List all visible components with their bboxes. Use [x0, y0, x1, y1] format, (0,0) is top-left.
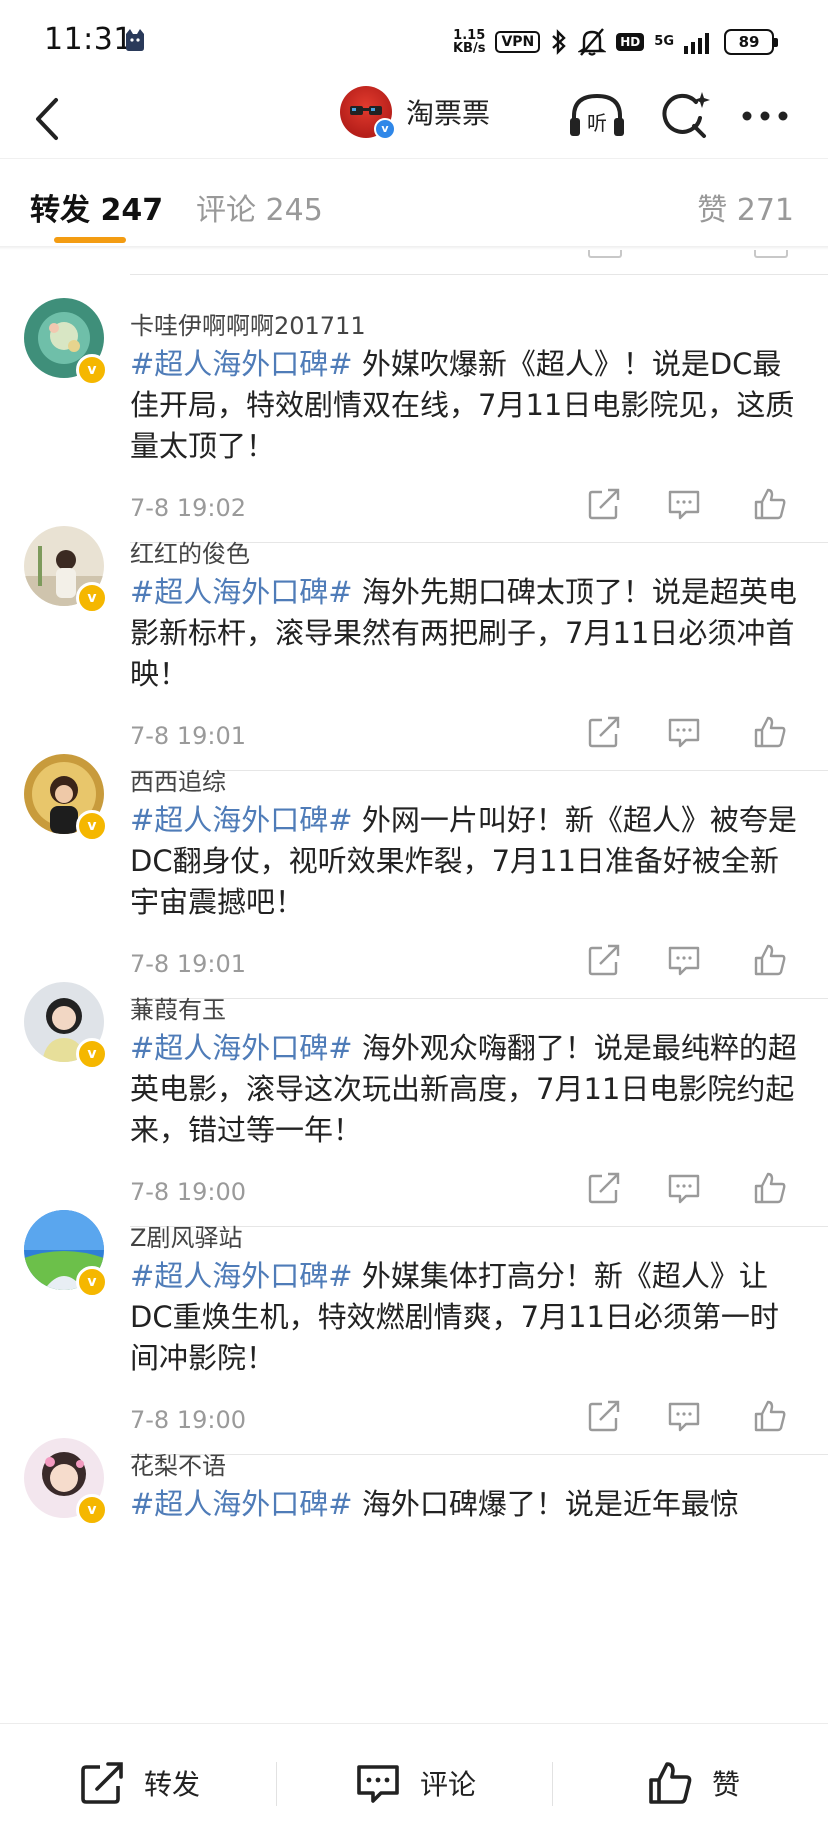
- listen-icon[interactable]: 听: [566, 88, 628, 144]
- repost-item[interactable]: v 红红的俊色 #超人海外口碑# 海外先期口碑太顶了！说是超英电影新标杆，滚导果…: [0, 504, 828, 771]
- signal-icon: [684, 33, 709, 54]
- search-sparkle-icon[interactable]: [656, 88, 712, 144]
- username[interactable]: 花梨不语: [130, 1446, 226, 1481]
- username[interactable]: 红红的俊色: [130, 534, 250, 569]
- hashtag[interactable]: #超人海外口碑#: [130, 1259, 353, 1293]
- like-icon: [754, 250, 788, 258]
- bell-muted-icon: [578, 28, 607, 56]
- repost-item[interactable]: v 花梨不语 #超人海外口碑# 海外口碑爆了！说是近年最惊: [0, 1416, 828, 1682]
- repost-list[interactable]: v 卡哇伊啊啊啊201711 #超人海外口碑# 外媒吹爆新《超人》！说是DC最佳…: [0, 250, 828, 1723]
- tab-bar: 转发 247 评论 245 赞 271: [0, 158, 828, 249]
- repost-text: #超人海外口碑# 海外观众嗨翻了！说是最纯粹的超英电影，滚导这次玩出新高度，7月…: [130, 1028, 802, 1151]
- nav-header: v 淘票票 听: [0, 80, 828, 158]
- separator: [276, 1762, 277, 1806]
- comment-button[interactable]: 评论: [354, 1758, 476, 1808]
- username[interactable]: Z剧风驿站: [130, 1218, 242, 1253]
- hashtag[interactable]: #超人海外口碑#: [130, 575, 353, 609]
- vpn-badge: VPN: [495, 31, 541, 53]
- comment-icon: [668, 250, 698, 256]
- username[interactable]: 西西追综: [130, 762, 226, 797]
- hashtag[interactable]: #超人海外口碑#: [130, 803, 353, 837]
- repost-item[interactable]: v Z剧风驿站 #超人海外口碑# 外媒集体打高分！新《超人》让DC重焕生机，特效…: [0, 1188, 828, 1455]
- comment-label: 评论: [420, 1768, 477, 1801]
- repost-item[interactable]: v 西西追综 #超人海外口碑# 外网一片叫好！新《超人》被夸是DC翻身仗，视听效…: [0, 732, 828, 999]
- network-label: 5G: [654, 34, 674, 49]
- repost-text: #超人海外口碑# 海外口碑爆了！说是近年最惊: [130, 1484, 802, 1525]
- svg-text:听: 听: [587, 111, 607, 135]
- verified-blue-icon: v: [374, 118, 396, 140]
- repost-item[interactable]: v 卡哇伊啊啊啊201711 #超人海外口碑# 外媒吹爆新《超人》！说是DC最佳…: [0, 276, 828, 543]
- account-name[interactable]: 淘票票: [406, 92, 490, 132]
- like-label: 赞: [712, 1768, 741, 1801]
- tab-repost[interactable]: 转发 247: [30, 185, 163, 229]
- share-icon: [81, 1762, 123, 1804]
- repost-label: 转发: [144, 1768, 201, 1801]
- hashtag[interactable]: #超人海外口碑#: [130, 347, 353, 381]
- status-time: 11:31: [44, 22, 133, 57]
- share-icon: [588, 250, 622, 258]
- network-type: 5G: [654, 34, 674, 49]
- bluetooth-icon: [552, 29, 567, 55]
- repost-item[interactable]: v 蒹葭有玉 #超人海外口碑# 海外观众嗨翻了！说是最纯粹的超英电影，滚导这次玩…: [0, 960, 828, 1227]
- repost-button[interactable]: 转发: [78, 1758, 200, 1808]
- like-icon: [649, 1762, 692, 1804]
- account-avatar[interactable]: v: [340, 86, 396, 140]
- like-button[interactable]: 赞: [646, 1758, 740, 1808]
- repost-text: #超人海外口碑# 外媒吹爆新《超人》！说是DC最佳开局，特效剧情双在线，7月11…: [130, 344, 802, 467]
- verified-icon: v: [76, 1266, 108, 1298]
- repost-text: #超人海外口碑# 外媒集体打高分！新《超人》让DC重焕生机，特效燃剧情爽，7月1…: [130, 1256, 802, 1379]
- more-icon[interactable]: [740, 106, 790, 126]
- verified-icon: v: [76, 354, 108, 386]
- glasses-logo-icon: [350, 106, 382, 115]
- verified-icon: v: [76, 582, 108, 614]
- battery-icon: 89: [724, 29, 778, 55]
- tab-comment[interactable]: 评论 245: [196, 185, 323, 229]
- hashtag[interactable]: #超人海外口碑#: [130, 1487, 353, 1521]
- account-header[interactable]: v 淘票票: [340, 86, 490, 140]
- hashtag[interactable]: #超人海外口碑#: [130, 1031, 353, 1065]
- tab-like[interactable]: 赞 271: [697, 185, 794, 229]
- previous-item-actions: [0, 250, 828, 272]
- status-bar: 11:31 1.15 KB/s VPN HD 5G 89: [0, 0, 828, 80]
- status-right-cluster: 1.15 KB/s VPN HD 5G 89: [453, 22, 778, 62]
- bottom-action-bar: 转发 评论 赞: [0, 1723, 828, 1843]
- back-icon[interactable]: [28, 94, 68, 144]
- verified-icon: v: [76, 810, 108, 842]
- cat-notification-icon: [126, 29, 144, 51]
- repost-text: #超人海外口碑# 海外先期口碑太顶了！说是超英电影新标杆，滚导果然有两把刷子，7…: [130, 572, 802, 695]
- username[interactable]: 卡哇伊啊啊啊201711: [130, 306, 366, 341]
- comment-icon: [357, 1765, 399, 1803]
- repost-text: #超人海外口碑# 外网一片叫好！新《超人》被夸是DC翻身仗，视听效果炸裂，7月1…: [130, 800, 802, 923]
- active-tab-indicator: [54, 237, 126, 243]
- verified-icon: v: [76, 1494, 108, 1526]
- separator: [552, 1762, 553, 1806]
- hd-badge: HD: [616, 33, 645, 51]
- battery-level: 89: [724, 29, 774, 55]
- repost-body: 海外口碑爆了！说是近年最惊: [352, 1487, 739, 1521]
- net-speed-unit: KB/s: [452, 41, 486, 56]
- divider: [130, 274, 828, 275]
- verified-icon: v: [76, 1038, 108, 1070]
- battery-tip: [774, 37, 778, 47]
- net-speed: 1.15 KB/s: [453, 29, 485, 55]
- username[interactable]: 蒹葭有玉: [130, 990, 226, 1025]
